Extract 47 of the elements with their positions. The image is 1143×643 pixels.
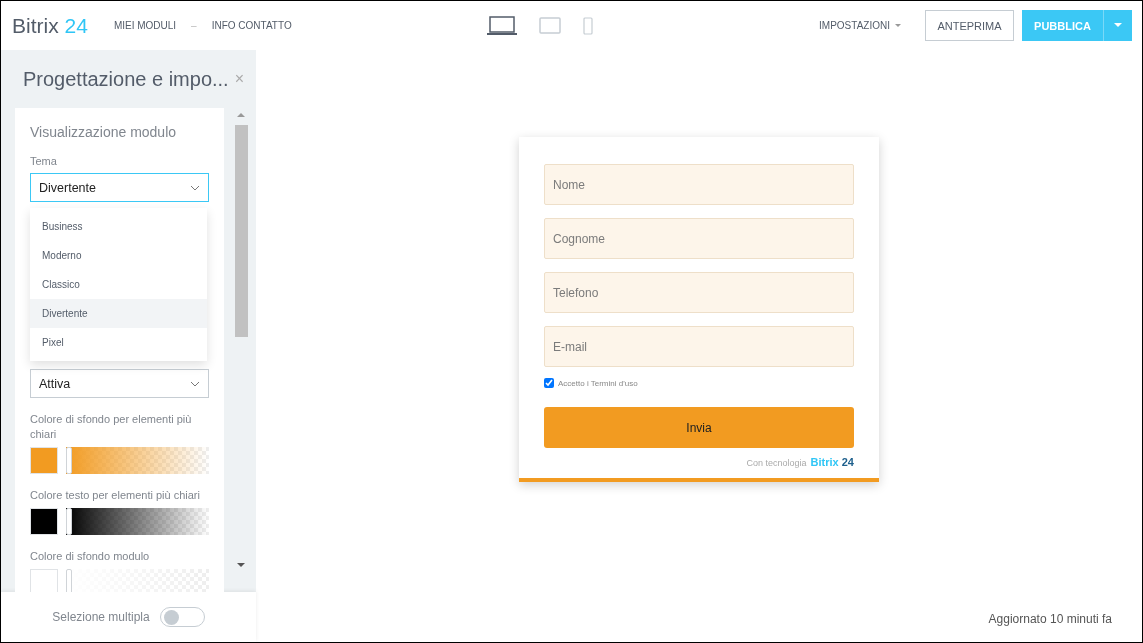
color-swatch[interactable] bbox=[30, 508, 58, 536]
field-label: Colore di sfondo modulo bbox=[30, 549, 151, 564]
input-field[interactable]: Telefono bbox=[544, 272, 854, 313]
laptop-icon[interactable] bbox=[486, 15, 517, 36]
caret-icon bbox=[895, 23, 901, 28]
tablet-icon[interactable] bbox=[538, 17, 561, 34]
panel-title: Progettazione e impo... bbox=[23, 67, 229, 91]
terms-checkbox[interactable]: Accetto i Termini d'uso bbox=[544, 378, 854, 388]
brand-logo: Bitrix 24 bbox=[810, 456, 854, 468]
field-label: Colore testo per elementi più chiari bbox=[30, 487, 201, 503]
field-label: Tema bbox=[30, 154, 58, 169]
input-field[interactable]: E-mail bbox=[544, 326, 854, 367]
color-swatch[interactable] bbox=[30, 446, 58, 474]
nav-link[interactable]: MIEI MODULI bbox=[113, 20, 177, 31]
opacity-slider[interactable] bbox=[66, 446, 209, 474]
toggle-label: Selezione multipla bbox=[52, 610, 150, 624]
submit-button[interactable]: Invia bbox=[544, 407, 854, 448]
powered-by-text: Con tecnologia bbox=[746, 458, 807, 468]
nav-link[interactable]: INFO CONTATTO bbox=[211, 20, 292, 31]
dropdown-option[interactable]: Classico bbox=[30, 270, 207, 299]
dropdown-option[interactable]: Divertente bbox=[30, 299, 207, 328]
slider-thumb[interactable] bbox=[66, 446, 72, 474]
theme-select[interactable]: Divertente bbox=[30, 173, 209, 203]
dropdown-option[interactable]: Business bbox=[30, 212, 207, 241]
opacity-slider[interactable] bbox=[66, 569, 209, 592]
select-field[interactable]: Attiva bbox=[30, 369, 209, 399]
section-title: Visualizzazione modulo bbox=[30, 124, 178, 140]
dropdown-option[interactable]: Pixel bbox=[30, 328, 207, 357]
settings-menu[interactable]: IMPOSTAZIONI bbox=[813, 19, 907, 32]
field-label: Colore di sfondo per elementi più chiari bbox=[30, 412, 193, 441]
status-text: Aggiornato 10 minuti fa bbox=[988, 612, 1112, 626]
slider-thumb[interactable] bbox=[66, 508, 72, 536]
logo: Bitrix 24 bbox=[12, 13, 88, 38]
opacity-slider[interactable] bbox=[66, 508, 209, 536]
input-field[interactable]: Nome bbox=[544, 164, 854, 205]
dropdown-option[interactable]: Moderno bbox=[30, 241, 207, 270]
toggle-switch[interactable] bbox=[159, 607, 205, 627]
phone-icon[interactable] bbox=[582, 16, 593, 35]
chevron-down-icon bbox=[190, 184, 200, 191]
color-swatch[interactable] bbox=[30, 569, 58, 592]
slider-thumb[interactable] bbox=[66, 569, 72, 592]
chevron-down-icon bbox=[190, 380, 200, 387]
caret-icon bbox=[1114, 23, 1122, 28]
input-field[interactable]: Cognome bbox=[544, 218, 854, 259]
preview-button[interactable]: ANTEPRIMA bbox=[925, 10, 1014, 41]
separator: – bbox=[191, 20, 197, 31]
checkbox[interactable] bbox=[544, 378, 554, 388]
